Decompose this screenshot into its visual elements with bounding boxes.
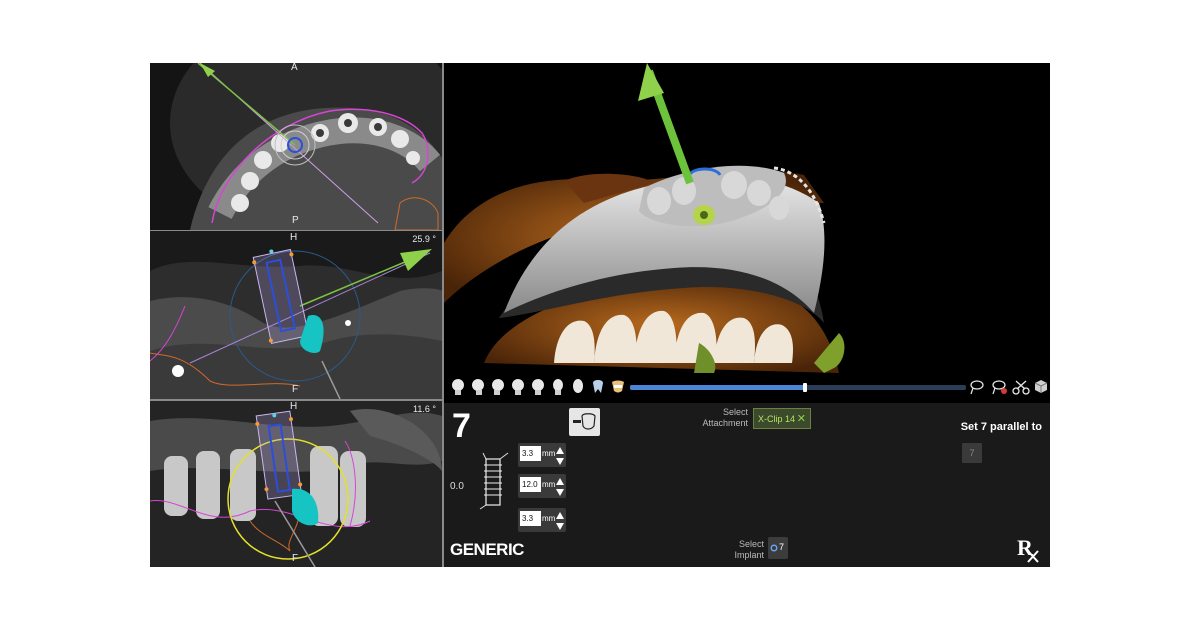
clear-attachment-icon[interactable]: ✕ [797,412,806,425]
select-attachment-label: Select Attachment [690,407,748,429]
sagittal-scan-image [150,401,442,567]
label-line: Select [738,539,764,549]
prescription-icon[interactable]: R [1016,533,1042,563]
select-implant-label: Select Implant [724,539,764,561]
implant-diagram [479,452,509,510]
unit-label: mm [542,449,556,458]
implant-ring-icon [770,544,778,552]
implant-planning-app: A P H F 25.9 ° H F 11.6 ° 7 GENERIC 0.0 … [150,63,1050,567]
head-label: H [290,232,298,243]
label-line: Implant [734,550,764,560]
head-right-icon[interactable] [490,378,506,395]
diameter-top-input[interactable] [520,446,541,461]
implant-number: 7 [452,407,471,445]
posterior-label: P [292,215,299,226]
foot-label: F [292,384,299,395]
clipping-slider[interactable] [630,383,966,392]
lasso-icon[interactable] [968,378,986,396]
unit-label: mm [542,480,556,489]
skull-icon[interactable] [570,378,586,395]
implant-brand: GENERIC [450,540,524,559]
coronal-view[interactable]: H F 25.9 ° [150,231,442,399]
attachment-value: X-Clip 14 [758,413,796,424]
3d-render-view[interactable] [444,63,1050,373]
length-input[interactable] [520,477,541,492]
head-front-icon[interactable] [450,378,466,395]
view-toolbar [444,373,1050,401]
unit-label: mm [542,514,556,523]
sagittal-angle-readout: 11.6 ° [413,404,436,414]
head-left-icon[interactable] [470,378,486,395]
attachment-icon [573,413,596,430]
foot-label: F [292,553,299,564]
label-line: Select [722,407,748,417]
sagittal-view[interactable]: H F 11.6 ° [150,401,442,567]
jaw-icon[interactable] [610,378,626,395]
implant-offset-value: 0.0 [450,481,464,492]
anterior-label: A [291,63,298,73]
3d-jaw-model [444,63,845,373]
tooth-icon[interactable] [590,378,606,395]
head-label: H [290,401,298,412]
stepper-icon[interactable] [555,446,565,466]
lasso-remove-icon[interactable] [990,378,1008,396]
head-bottom-icon[interactable] [550,378,566,395]
stepper-icon[interactable] [555,511,565,531]
implant-select-value: 7 [779,542,785,552]
slider-thumb[interactable] [802,383,807,392]
diameter-bottom-input[interactable] [520,511,541,526]
axial-view[interactable]: A P [150,63,442,230]
implant-properties-panel: 7 GENERIC 0.0 mm mm mm [444,403,1050,567]
attachment-select[interactable]: X-Clip 14 ✕ [753,408,811,429]
parallel-implant-button[interactable]: 7 [962,443,982,463]
scissors-icon[interactable] [1012,378,1030,396]
slider-fill [630,385,805,390]
stepper-icon[interactable] [555,477,565,497]
parallel-title: Set 7 parallel to [960,421,1042,433]
head-top-icon[interactable] [530,378,546,395]
implant-select-button[interactable]: 7 [768,537,788,559]
head-back-icon[interactable] [510,378,526,395]
cube-icon[interactable] [1032,378,1050,396]
attachment-type-button[interactable] [569,408,600,436]
axial-scan-image [150,63,442,230]
coronal-angle-readout: 25.9 ° [412,234,436,244]
coronal-scan-image [150,231,442,399]
label-line: Attachment [702,418,748,428]
